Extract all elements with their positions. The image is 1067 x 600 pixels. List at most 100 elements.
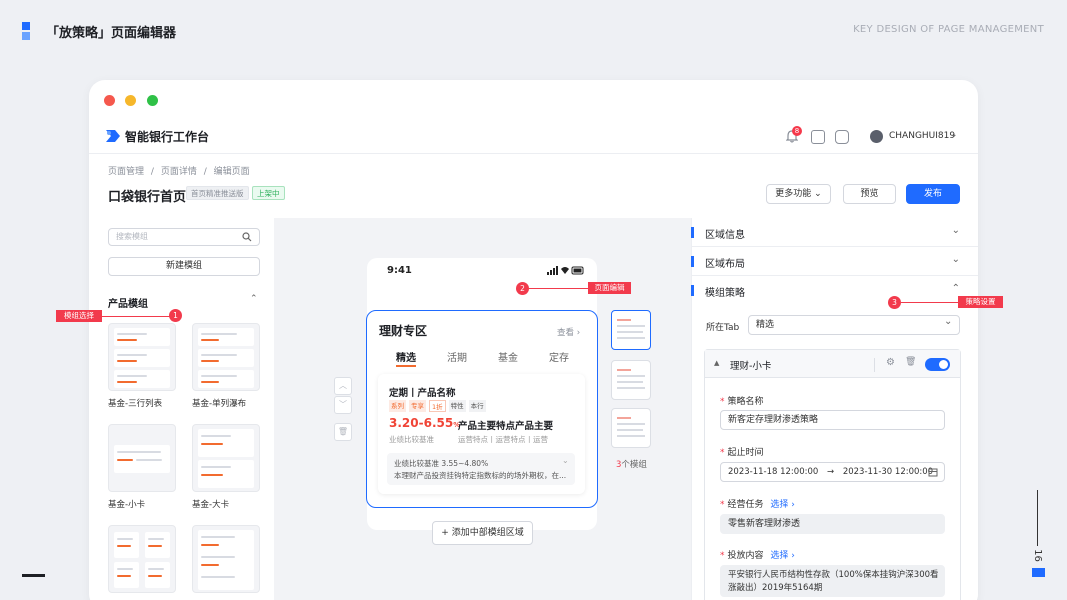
delete-icon[interactable]: 🗑 xyxy=(334,423,352,441)
chevron-down-icon: ⌄ xyxy=(814,189,822,199)
section-marker xyxy=(691,256,694,267)
content-line: 涨敲出）2019年5164期 xyxy=(728,583,823,593)
content-select-link[interactable]: 选择 › xyxy=(770,551,794,561)
tab-fund[interactable]: 基金 xyxy=(498,349,518,364)
more-functions-button[interactable]: 更多功能 ⌄ xyxy=(766,184,831,204)
tab-field-label: 所在Tab xyxy=(706,323,740,333)
rate-label: 业绩比较基准 xyxy=(389,435,434,444)
page-accent-block xyxy=(1032,568,1045,577)
product-badges: 系列 专享 1折 特性 本行 xyxy=(389,400,486,412)
module-mini-thumbnail[interactable] xyxy=(611,310,651,350)
document-icon[interactable] xyxy=(811,130,825,144)
content-label-text: 投放内容 xyxy=(727,551,764,561)
avatar[interactable] xyxy=(870,130,883,143)
tab-selected[interactable]: 精选 xyxy=(396,349,416,364)
tab-fixed[interactable]: 定存 xyxy=(549,349,569,364)
module-thumbnail[interactable] xyxy=(192,424,260,492)
annotation-label: 策略设置 xyxy=(958,296,1003,308)
collapse-triangle-icon[interactable]: ▲ xyxy=(714,359,719,367)
time-arrow: → xyxy=(826,467,835,477)
add-module-area-button[interactable]: + 添加中部模组区域 xyxy=(432,521,533,545)
search-input[interactable]: 搜索模组 xyxy=(108,228,260,246)
window-maximize-button[interactable] xyxy=(147,95,158,106)
page-divider xyxy=(1037,490,1038,546)
chevron-down-icon: ⌄ xyxy=(951,225,960,236)
module-count-suffix: 个模组 xyxy=(621,460,647,470)
module-thumbnail[interactable] xyxy=(192,323,260,391)
annotation-line xyxy=(102,316,170,317)
section-label: 区域布局 xyxy=(705,259,745,270)
task-value: 零售新客理财渗透 xyxy=(720,514,945,534)
module-thumbnail[interactable] xyxy=(192,525,260,593)
chevron-up-icon[interactable]: ⌃ xyxy=(250,294,258,304)
breadcrumb-item[interactable]: 页面管理 xyxy=(108,167,144,177)
module-mini-thumbnail[interactable] xyxy=(611,408,651,448)
strategy-name-label: * 策略名称 xyxy=(720,397,764,407)
section-label: 区域信息 xyxy=(705,230,745,241)
breadcrumb-separator: / xyxy=(150,167,154,177)
strategy-name-input[interactable]: 新客定存理财渗透策略 xyxy=(720,410,945,430)
strategy-enable-toggle[interactable] xyxy=(925,358,950,371)
module-thumbnail[interactable] xyxy=(108,323,176,391)
thumbnail-label: 基金-三行列表 xyxy=(108,399,163,409)
preview-button[interactable]: 预览 xyxy=(843,184,896,204)
time-range-label-text: 起止时间 xyxy=(727,448,764,458)
chevron-down-icon[interactable]: ⌄ xyxy=(944,316,952,327)
thumbnail-label: 基金-大卡 xyxy=(192,500,230,510)
task-select-link[interactable]: 选择 › xyxy=(770,500,794,510)
window-minimize-button[interactable] xyxy=(125,95,136,106)
section-label: 模组策略 xyxy=(705,288,745,299)
status-badge: 上架中 xyxy=(252,186,285,200)
gear-icon[interactable]: ⚙ xyxy=(886,357,895,368)
tab-select[interactable]: 精选 xyxy=(748,315,960,335)
search-icon[interactable] xyxy=(242,232,252,242)
app-window: 智能银行工作台 8 CHANGHUI819 ⌄ 页面管理 / 页面详情 / 编辑… xyxy=(89,80,978,600)
move-up-icon[interactable]: ︿ xyxy=(334,377,352,395)
content-value: 平安银行人民币结构性存款（100%保本挂钩沪深300看 涨敲出）2019年516… xyxy=(720,565,945,597)
badge: 专享 xyxy=(409,400,426,412)
phone-status-time: 9:41 xyxy=(387,265,412,276)
strategy-card-title: 理财-小卡 xyxy=(730,361,772,372)
section-module-strategy[interactable]: 模组策略 ⌃ xyxy=(691,276,978,305)
chevron-down-icon[interactable]: ⌄ xyxy=(562,456,569,465)
new-module-button[interactable]: 新建模组 xyxy=(108,257,260,276)
username[interactable]: CHANGHUI819 xyxy=(889,131,955,141)
move-down-icon[interactable]: ﹀ xyxy=(334,396,352,414)
view-more-link[interactable]: 查看 › xyxy=(557,326,580,338)
window-close-button[interactable] xyxy=(104,95,115,106)
status-bar-icons xyxy=(547,266,584,275)
view-more-label: 查看 xyxy=(557,328,575,338)
calendar-icon[interactable] xyxy=(928,467,938,477)
badge: 系列 xyxy=(389,400,406,412)
camera-icon[interactable] xyxy=(835,130,849,144)
publish-button[interactable]: 发布 xyxy=(906,184,960,204)
badge: 特性 xyxy=(448,400,466,412)
user-menu-chevron-icon[interactable]: ⌄ xyxy=(950,130,958,140)
time-range-input[interactable]: 2023-11-18 12:00:00 → 2023-11-30 12:00:0… xyxy=(720,462,945,482)
module-count: 3个模组 xyxy=(616,458,647,470)
module-mini-thumbnail[interactable] xyxy=(611,360,651,400)
breadcrumb-item[interactable]: 页面详情 xyxy=(161,167,197,177)
tab-current[interactable]: 活期 xyxy=(447,349,467,364)
task-label: * 经营任务 选择 › xyxy=(720,500,795,510)
chevron-up-icon: ⌃ xyxy=(951,283,960,294)
section-region-info[interactable]: 区域信息 ⌄ xyxy=(691,218,978,247)
badge: 1折 xyxy=(429,400,446,412)
section-region-layout[interactable]: 区域布局 ⌄ xyxy=(691,247,978,276)
module-section-title: 理财专区 xyxy=(379,324,428,338)
annotation-line xyxy=(529,288,589,289)
module-thumbnail[interactable] xyxy=(108,424,176,492)
annotation-marker: 1 xyxy=(169,309,182,322)
module-thumbnail[interactable] xyxy=(108,525,176,593)
footer-bar xyxy=(22,574,45,577)
slide-logo-mark xyxy=(22,22,30,40)
trash-icon[interactable]: 🗑 xyxy=(905,357,916,367)
version-tag: 首页精准推送版 xyxy=(186,186,249,200)
time-start: 2023-11-18 12:00:00 xyxy=(728,467,819,477)
chevron-right-icon: › xyxy=(576,328,581,338)
content-line: 平安银行人民币结构性存款（100%保本挂钩沪深300看 xyxy=(728,570,939,580)
more-functions-label: 更多功能 xyxy=(775,189,812,199)
add-module-label: 添加中部模组区域 xyxy=(451,528,524,538)
section-title: 产品模组 xyxy=(108,299,148,310)
badge: 本行 xyxy=(468,400,486,412)
